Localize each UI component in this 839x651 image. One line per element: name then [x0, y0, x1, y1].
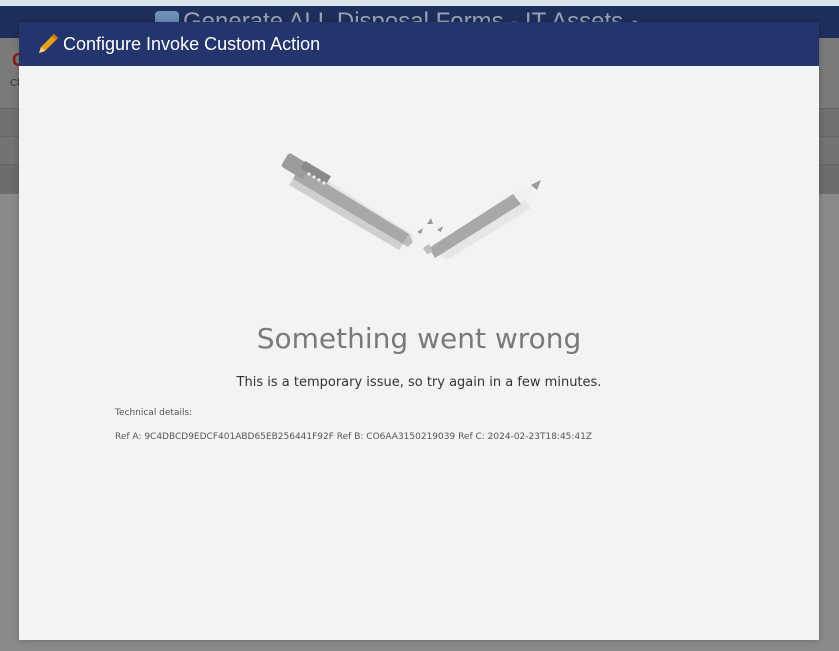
- error-subtitle: This is a temporary issue, so try again …: [236, 375, 602, 390]
- ref-b-label: Ref B:: [333, 432, 367, 442]
- ref-a-value: 9C4DBCD9EDCF401ABD65EB256441F92F: [144, 432, 334, 442]
- error-title: Something went wrong: [256, 322, 582, 355]
- ref-a-label: Ref A:: [115, 432, 145, 442]
- technical-details-label: Technical details:: [115, 408, 193, 418]
- ref-c-value: 2024-02-23T18:45:41Z: [487, 432, 593, 442]
- broken-pencil-illustration: [281, 153, 541, 260]
- ref-c-label: Ref C:: [455, 432, 488, 442]
- dialog-title: Configure Invoke Custom Action: [63, 33, 321, 54]
- pencil-icon: [39, 34, 58, 53]
- ref-b-value: CO6AA3150219039: [366, 432, 456, 442]
- custom-action-dialog: Configure Invoke Custom Action Something…: [19, 22, 819, 640]
- dialog-titlebar: Configure Invoke Custom Action: [19, 22, 819, 66]
- technical-details-refs: Ref A: 9C4DBCD9EDCF401ABD65EB256441F92F …: [115, 432, 592, 442]
